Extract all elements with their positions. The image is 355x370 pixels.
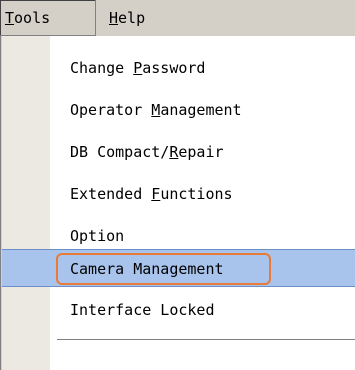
menu-item-label-pre: Change <box>70 59 134 77</box>
menu-item-label: Interface Locked <box>70 301 215 319</box>
menu-item-label-pre: Operator <box>70 101 152 119</box>
menu-help-accel: H <box>109 9 119 27</box>
tools-dropdown-menu: Change Password Operator Management DB C… <box>0 36 355 370</box>
menu-item-camera-management[interactable]: Camera Management <box>70 257 350 281</box>
menu-item-label-post: anagement <box>160 101 242 119</box>
menu-tools-rest: ools <box>14 9 51 27</box>
menu-item-label-post: assword <box>142 59 206 77</box>
menu-item-extended-functions[interactable]: Extended Functions <box>70 182 350 206</box>
menu-item-label-pre: Extended <box>70 185 152 203</box>
menu-item-accel: F <box>151 185 161 203</box>
menu-item-accel: M <box>151 101 161 119</box>
menu-item-label: Option <box>70 227 125 245</box>
menu-item-option[interactable]: Option <box>70 224 350 248</box>
menu-item-operator-management[interactable]: Operator Management <box>70 98 350 122</box>
menu-help[interactable]: Help <box>97 0 177 36</box>
menu-help-rest: elp <box>118 9 146 27</box>
menu-item-accel: P <box>133 59 143 77</box>
menu-item-label-pre: DB Compact/ <box>70 143 170 161</box>
menu-tools[interactable]: Tools <box>0 0 96 36</box>
menu-item-label-post: unctions <box>160 185 233 203</box>
menu-separator-bottom <box>57 339 355 341</box>
menu-item-db-compact-repair[interactable]: DB Compact/Repair <box>70 140 350 164</box>
menu-icon-gutter <box>2 36 50 370</box>
menu-item-label-post: epair <box>178 143 224 161</box>
menu-bar: Tools Help <box>0 0 355 36</box>
menu-item-label: Camera Management <box>70 260 224 278</box>
menu-item-interface-locked[interactable]: Interface Locked <box>70 298 350 322</box>
menu-tools-accel: T <box>5 9 15 27</box>
menu-item-change-password[interactable]: Change Password <box>70 56 350 80</box>
